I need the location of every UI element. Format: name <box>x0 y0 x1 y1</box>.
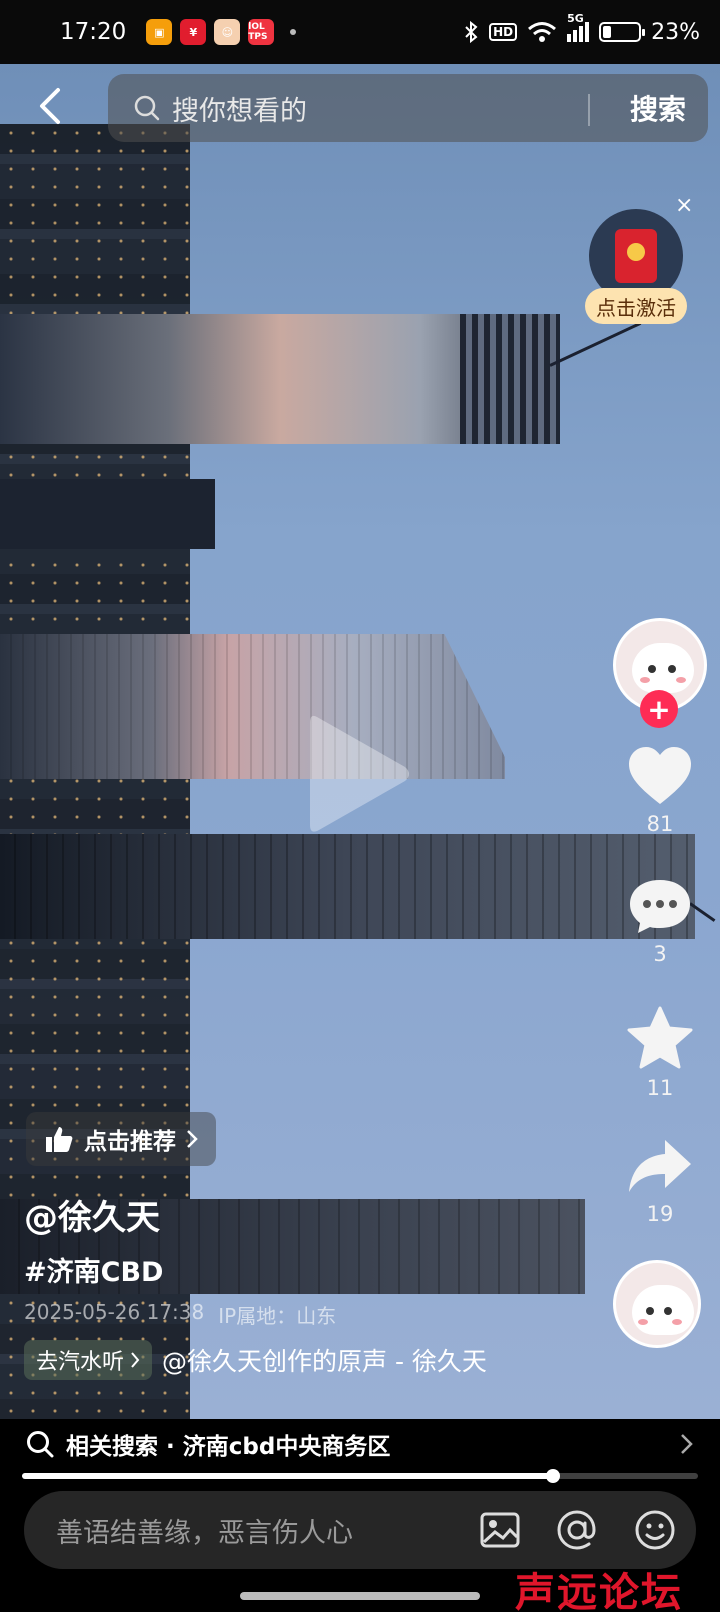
music-disc-avatar[interactable] <box>613 1260 701 1348</box>
emoji-icon[interactable] <box>634 1509 676 1551</box>
music-chip-label: 去汽水听 <box>36 1350 125 1375</box>
app-icon-1: ▣ <box>146 19 173 45</box>
recommend-button[interactable]: 点击推荐 <box>26 1112 216 1166</box>
comment-button[interactable]: 3 <box>605 876 715 966</box>
back-button[interactable] <box>30 86 70 126</box>
skyscraper-3 <box>0 634 505 779</box>
wifi-icon <box>528 22 557 42</box>
hd-icon: HD <box>489 23 518 41</box>
share-icon <box>629 1140 691 1192</box>
red-packet-label: 点击激活 <box>585 288 687 324</box>
comment-icons <box>480 1509 676 1551</box>
skyscraper-2 <box>0 479 215 549</box>
skyscraper-1 <box>0 314 560 444</box>
related-search-label: 相关搜索 · 济南cbd中央商务区 <box>66 1434 391 1460</box>
search-placeholder: 搜你想看的 <box>172 95 307 127</box>
related-search-bar[interactable]: 相关搜索 · 济南cbd中央商务区 <box>0 1419 720 1469</box>
search-icon <box>134 95 160 121</box>
app-icon-4: lOL TPS <box>248 19 275 45</box>
chevron-right-icon <box>681 1434 693 1454</box>
network-type: 5G <box>567 12 584 25</box>
mention-icon[interactable] <box>556 1509 598 1551</box>
search-button[interactable]: 搜索 <box>630 74 686 142</box>
like-button[interactable]: 81 <box>605 746 715 836</box>
progress-thumb[interactable] <box>545 1469 560 1483</box>
home-indicator[interactable] <box>240 1592 480 1600</box>
search-input[interactable]: 搜你想看的 搜索 <box>108 74 708 142</box>
cellular-signal-icon: 5G <box>567 12 590 42</box>
red-packet-widget[interactable]: 点击激活 <box>585 205 695 325</box>
top-bar: 搜你想看的 搜索 <box>0 64 720 144</box>
comment-input[interactable]: 善语结善缘，恶言伤人心 <box>24 1491 696 1569</box>
search-icon <box>27 1431 54 1458</box>
notification-icons: ▣ ¥ ☺ lOL TPS <box>146 19 297 45</box>
chevron-right-icon <box>187 1130 198 1148</box>
follow-button[interactable]: + <box>640 690 678 728</box>
heart-icon <box>629 747 691 804</box>
bluetooth-icon <box>465 20 478 44</box>
ip-location: IP属地：山东 <box>218 1304 337 1328</box>
app-icon-3: ☺ <box>214 19 241 45</box>
progress-fill <box>22 1473 553 1479</box>
music-title[interactable]: @徐久天创作的原声 - 徐久天 <box>162 1342 487 1378</box>
comment-placeholder: 善语结善缘，恶言伤人心 <box>56 1517 353 1549</box>
play-icon[interactable] <box>305 709 415 839</box>
app-icon-2: ¥ <box>180 19 207 45</box>
video-progress-bar[interactable] <box>22 1469 698 1483</box>
video-meta: 2025-05-26 17:38 IP属地：山东 <box>24 1300 336 1329</box>
favorite-button[interactable]: 11 <box>605 1006 715 1100</box>
image-icon[interactable] <box>480 1511 520 1549</box>
battery-fill <box>603 26 611 38</box>
comment-count: 3 <box>653 942 667 966</box>
author-name[interactable]: @徐久天 <box>24 1190 160 1239</box>
chevron-right-icon <box>131 1352 140 1368</box>
status-right: HD 5G 23% <box>463 12 700 45</box>
chevron-left-icon <box>40 88 60 124</box>
music-row[interactable]: 去汽水听 @徐久天创作的原声 - 徐久天 <box>24 1340 487 1380</box>
battery-icon <box>599 22 646 42</box>
battery-percent: 23% <box>651 19 700 45</box>
status-time: 17:20 <box>60 19 127 45</box>
comment-icon <box>630 880 690 933</box>
more-notifications-dot <box>290 29 297 35</box>
hashtag-link[interactable]: #济南CBD <box>24 1250 163 1289</box>
status-bar: 17:20 ▣ ¥ ☺ lOL TPS HD 5G 23% <box>0 0 720 64</box>
search-divider <box>588 94 590 126</box>
skyscraper-4 <box>0 834 695 939</box>
thumbs-up-icon <box>46 1127 73 1152</box>
crane <box>549 321 642 367</box>
post-date: 2025-05-26 17:38 <box>24 1300 205 1324</box>
star-icon <box>627 1006 693 1069</box>
like-count: 81 <box>646 812 674 836</box>
share-count: 19 <box>646 1202 674 1226</box>
recommend-label: 点击推荐 <box>84 1129 176 1155</box>
watermark-logo: 声远论坛 <box>515 1569 683 1612</box>
music-app-chip[interactable]: 去汽水听 <box>24 1340 153 1380</box>
favorite-count: 11 <box>646 1076 674 1100</box>
share-button[interactable]: 19 <box>605 1136 715 1226</box>
